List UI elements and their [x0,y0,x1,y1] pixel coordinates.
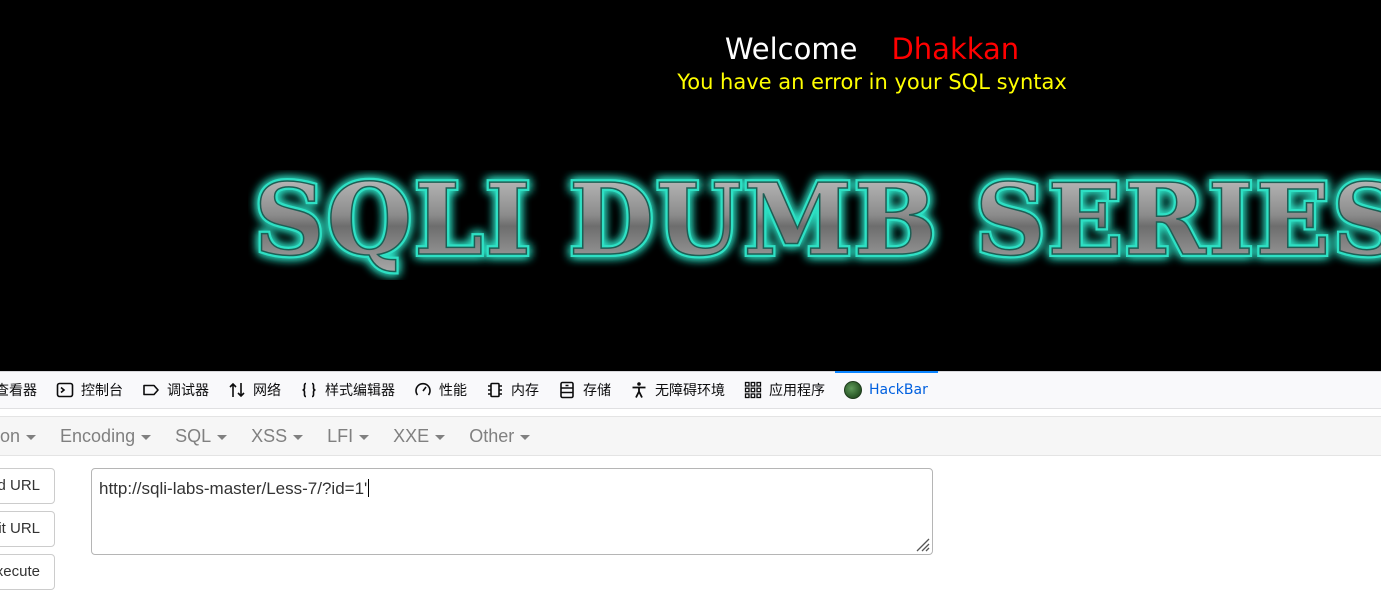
console-icon [56,381,74,399]
tab-label: 样式编辑器 [325,383,395,399]
welcome-text: Welcome [724,32,858,66]
style-editor-icon [300,381,318,399]
tab-accessibility[interactable]: 无障碍环境 [621,372,735,408]
tab-label: 网络 [253,383,281,399]
storage-icon [558,381,576,399]
menu-label: XSS [251,425,288,446]
tab-label: 应用程序 [769,383,825,399]
tab-label: 内存 [511,383,539,399]
menu-sql[interactable]: SQL [163,426,239,447]
performance-icon [414,381,432,399]
hackbar-icon [844,381,862,399]
menu-label: Encoding [60,425,136,446]
chevron-down-icon [359,434,370,440]
hackbar-menu: ion Encoding SQL XSS LFI XXE Other [0,416,1381,456]
memory-icon [486,381,504,399]
application-icon [744,381,762,399]
web-page: Welcome Dhakkan You have an error in your… [0,0,1381,371]
welcome-line: Welcome Dhakkan [0,30,1381,68]
menu-xss[interactable]: XSS [239,426,315,447]
tab-application[interactable]: 应用程序 [735,372,835,408]
tab-network[interactable]: 网络 [219,372,291,408]
menu-label: XXE [393,425,430,446]
tab-inspector[interactable]: 查看器 [0,372,47,408]
menu-encoding[interactable]: Encoding [48,426,163,447]
network-icon [228,381,246,399]
tab-storage[interactable]: 存储 [549,372,621,408]
tab-label: 控制台 [81,383,123,399]
menu-other[interactable]: Other [457,426,542,447]
resize-grip-icon[interactable] [912,534,930,552]
sql-error-message: You have an error in your SQL syntax [677,70,1067,94]
split-url-button[interactable]: Split URL [0,511,55,547]
text-cursor [368,479,370,497]
banner-text: SQLI DUMB SERIES [254,170,1381,278]
tab-label: 无障碍环境 [655,383,725,399]
menu-label: SQL [175,425,212,446]
menu-label: ion [0,425,21,446]
chevron-down-icon [520,434,531,440]
tab-label: 存储 [583,383,611,399]
chevron-down-icon [26,434,37,440]
menu-label: Other [469,425,515,446]
tab-hackbar[interactable]: HackBar [835,371,938,408]
menu-label: LFI [327,425,354,446]
chevron-down-icon [141,434,152,440]
tab-performance[interactable]: 性能 [405,372,477,408]
tab-label: HackBar [869,382,928,398]
url-textarea[interactable]: http://sqli-labs-master/Less-7/?id=1' [91,468,933,555]
devtools-tab-bar: 查看器 控制台 调试器 网络 样式编辑器 性能 内存 存储 无障碍环境 应用程序… [0,371,1381,409]
chevron-down-icon [217,434,228,440]
chevron-down-icon [435,434,446,440]
username-text: Dhakkan [891,32,1020,66]
chevron-down-icon [293,434,304,440]
menu-xxe[interactable]: XXE [381,426,457,447]
menu-injection[interactable]: ion [0,426,48,447]
execute-button[interactable]: Execute [0,554,55,590]
tab-memory[interactable]: 内存 [477,372,549,408]
tab-label: 查看器 [0,383,37,399]
hackbar-panel: Load URL Split URL Execute http://sqli-l… [0,456,1381,590]
load-url-button[interactable]: Load URL [0,468,55,504]
debugger-icon [142,381,160,399]
tab-console[interactable]: 控制台 [47,372,133,408]
sqli-dumb-series-banner: SQLI DUMB SERIES SQLI DUMB SERIES [251,170,1381,280]
menu-lfi[interactable]: LFI [315,426,381,447]
url-value: http://sqli-labs-master/Less-7/?id=1' [99,479,368,498]
tab-label: 调试器 [167,383,209,399]
tab-debugger[interactable]: 调试器 [133,372,219,408]
tab-style-editor[interactable]: 样式编辑器 [291,372,405,408]
tab-label: 性能 [439,383,467,399]
accessibility-icon [630,381,648,399]
